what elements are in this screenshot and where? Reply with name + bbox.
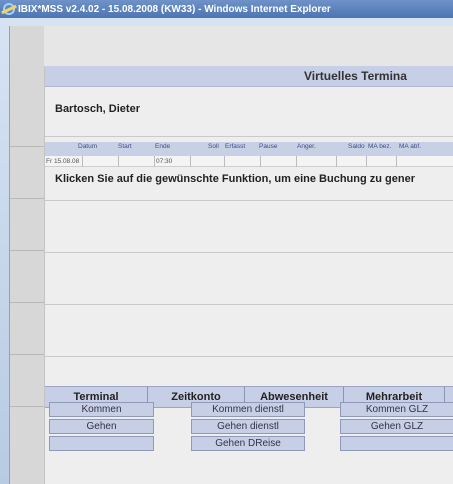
table-cell bbox=[297, 156, 337, 167]
strip-divider bbox=[10, 406, 44, 407]
kommen-button[interactable]: Kommen bbox=[49, 402, 154, 417]
column-header: MA abf. bbox=[399, 143, 422, 150]
kommen-dienstl-button[interactable]: Kommen dienstl bbox=[191, 402, 305, 417]
gehen-glz-button[interactable]: Gehen GLZ bbox=[340, 419, 453, 434]
empty-button[interactable] bbox=[340, 436, 453, 451]
browser-window: Virtuelles Termina Bartosch, Dieter Datu… bbox=[0, 18, 453, 484]
strip-divider bbox=[10, 354, 44, 355]
employee-name: Bartosch, Dieter bbox=[55, 103, 140, 115]
strip-divider bbox=[10, 250, 44, 251]
gehen-button[interactable]: Gehen bbox=[49, 419, 154, 434]
table-cell: 07:30 bbox=[155, 156, 191, 167]
strip-divider bbox=[10, 146, 44, 147]
divider bbox=[45, 136, 453, 137]
gehen-dienstl-button[interactable]: Gehen dienstl bbox=[191, 419, 305, 434]
kommen-glz-button[interactable]: Kommen GLZ bbox=[340, 402, 453, 417]
table-row: Fr 15.08.08 07:30 bbox=[45, 156, 453, 167]
strip-divider bbox=[10, 198, 44, 199]
column-header: Ende bbox=[155, 143, 171, 150]
column-header: MA bez. bbox=[368, 143, 392, 150]
column-header: Start bbox=[118, 143, 132, 150]
terminal-header: Virtuelles Termina bbox=[45, 66, 453, 87]
table-cell bbox=[83, 156, 119, 167]
column-header: Pause bbox=[259, 143, 278, 150]
gehen-dreise-button[interactable]: Gehen DReise bbox=[191, 436, 305, 451]
window-title: IBIX*MSS v2.4.02 - 15.08.2008 (KW33) - W… bbox=[18, 3, 331, 15]
page-content: Virtuelles Termina Bartosch, Dieter Datu… bbox=[9, 26, 453, 484]
table-cell bbox=[261, 156, 297, 167]
divider bbox=[45, 252, 453, 253]
column-header: Soll bbox=[208, 143, 219, 150]
table-cell bbox=[367, 156, 397, 167]
internet-explorer-icon bbox=[3, 3, 15, 15]
divider bbox=[45, 356, 453, 357]
table-cell bbox=[337, 156, 367, 167]
column-header: Erfasst bbox=[225, 143, 246, 150]
terminal-title: Virtuelles Termina bbox=[304, 69, 407, 83]
divider bbox=[45, 304, 453, 305]
table-cell-soll bbox=[191, 156, 225, 167]
table-cell bbox=[225, 156, 261, 167]
left-strip bbox=[10, 26, 44, 484]
divider bbox=[45, 200, 453, 201]
window-titlebar: IBIX*MSS v2.4.02 - 15.08.2008 (KW33) - W… bbox=[0, 0, 453, 18]
instruction-text: Klicken Sie auf die gewünschte Funktion,… bbox=[55, 173, 415, 185]
column-header: Datum bbox=[78, 143, 98, 150]
column-header: Anger. bbox=[297, 143, 316, 150]
booking-table-header: Datum Start Ende Soll Erfasst Pause Ange… bbox=[45, 142, 453, 156]
empty-button[interactable] bbox=[49, 436, 154, 451]
table-cell-date: Fr 15.08.08 bbox=[45, 156, 83, 167]
column-header: Saldo bbox=[348, 143, 365, 150]
table-cell bbox=[119, 156, 155, 167]
strip-divider bbox=[10, 302, 44, 303]
